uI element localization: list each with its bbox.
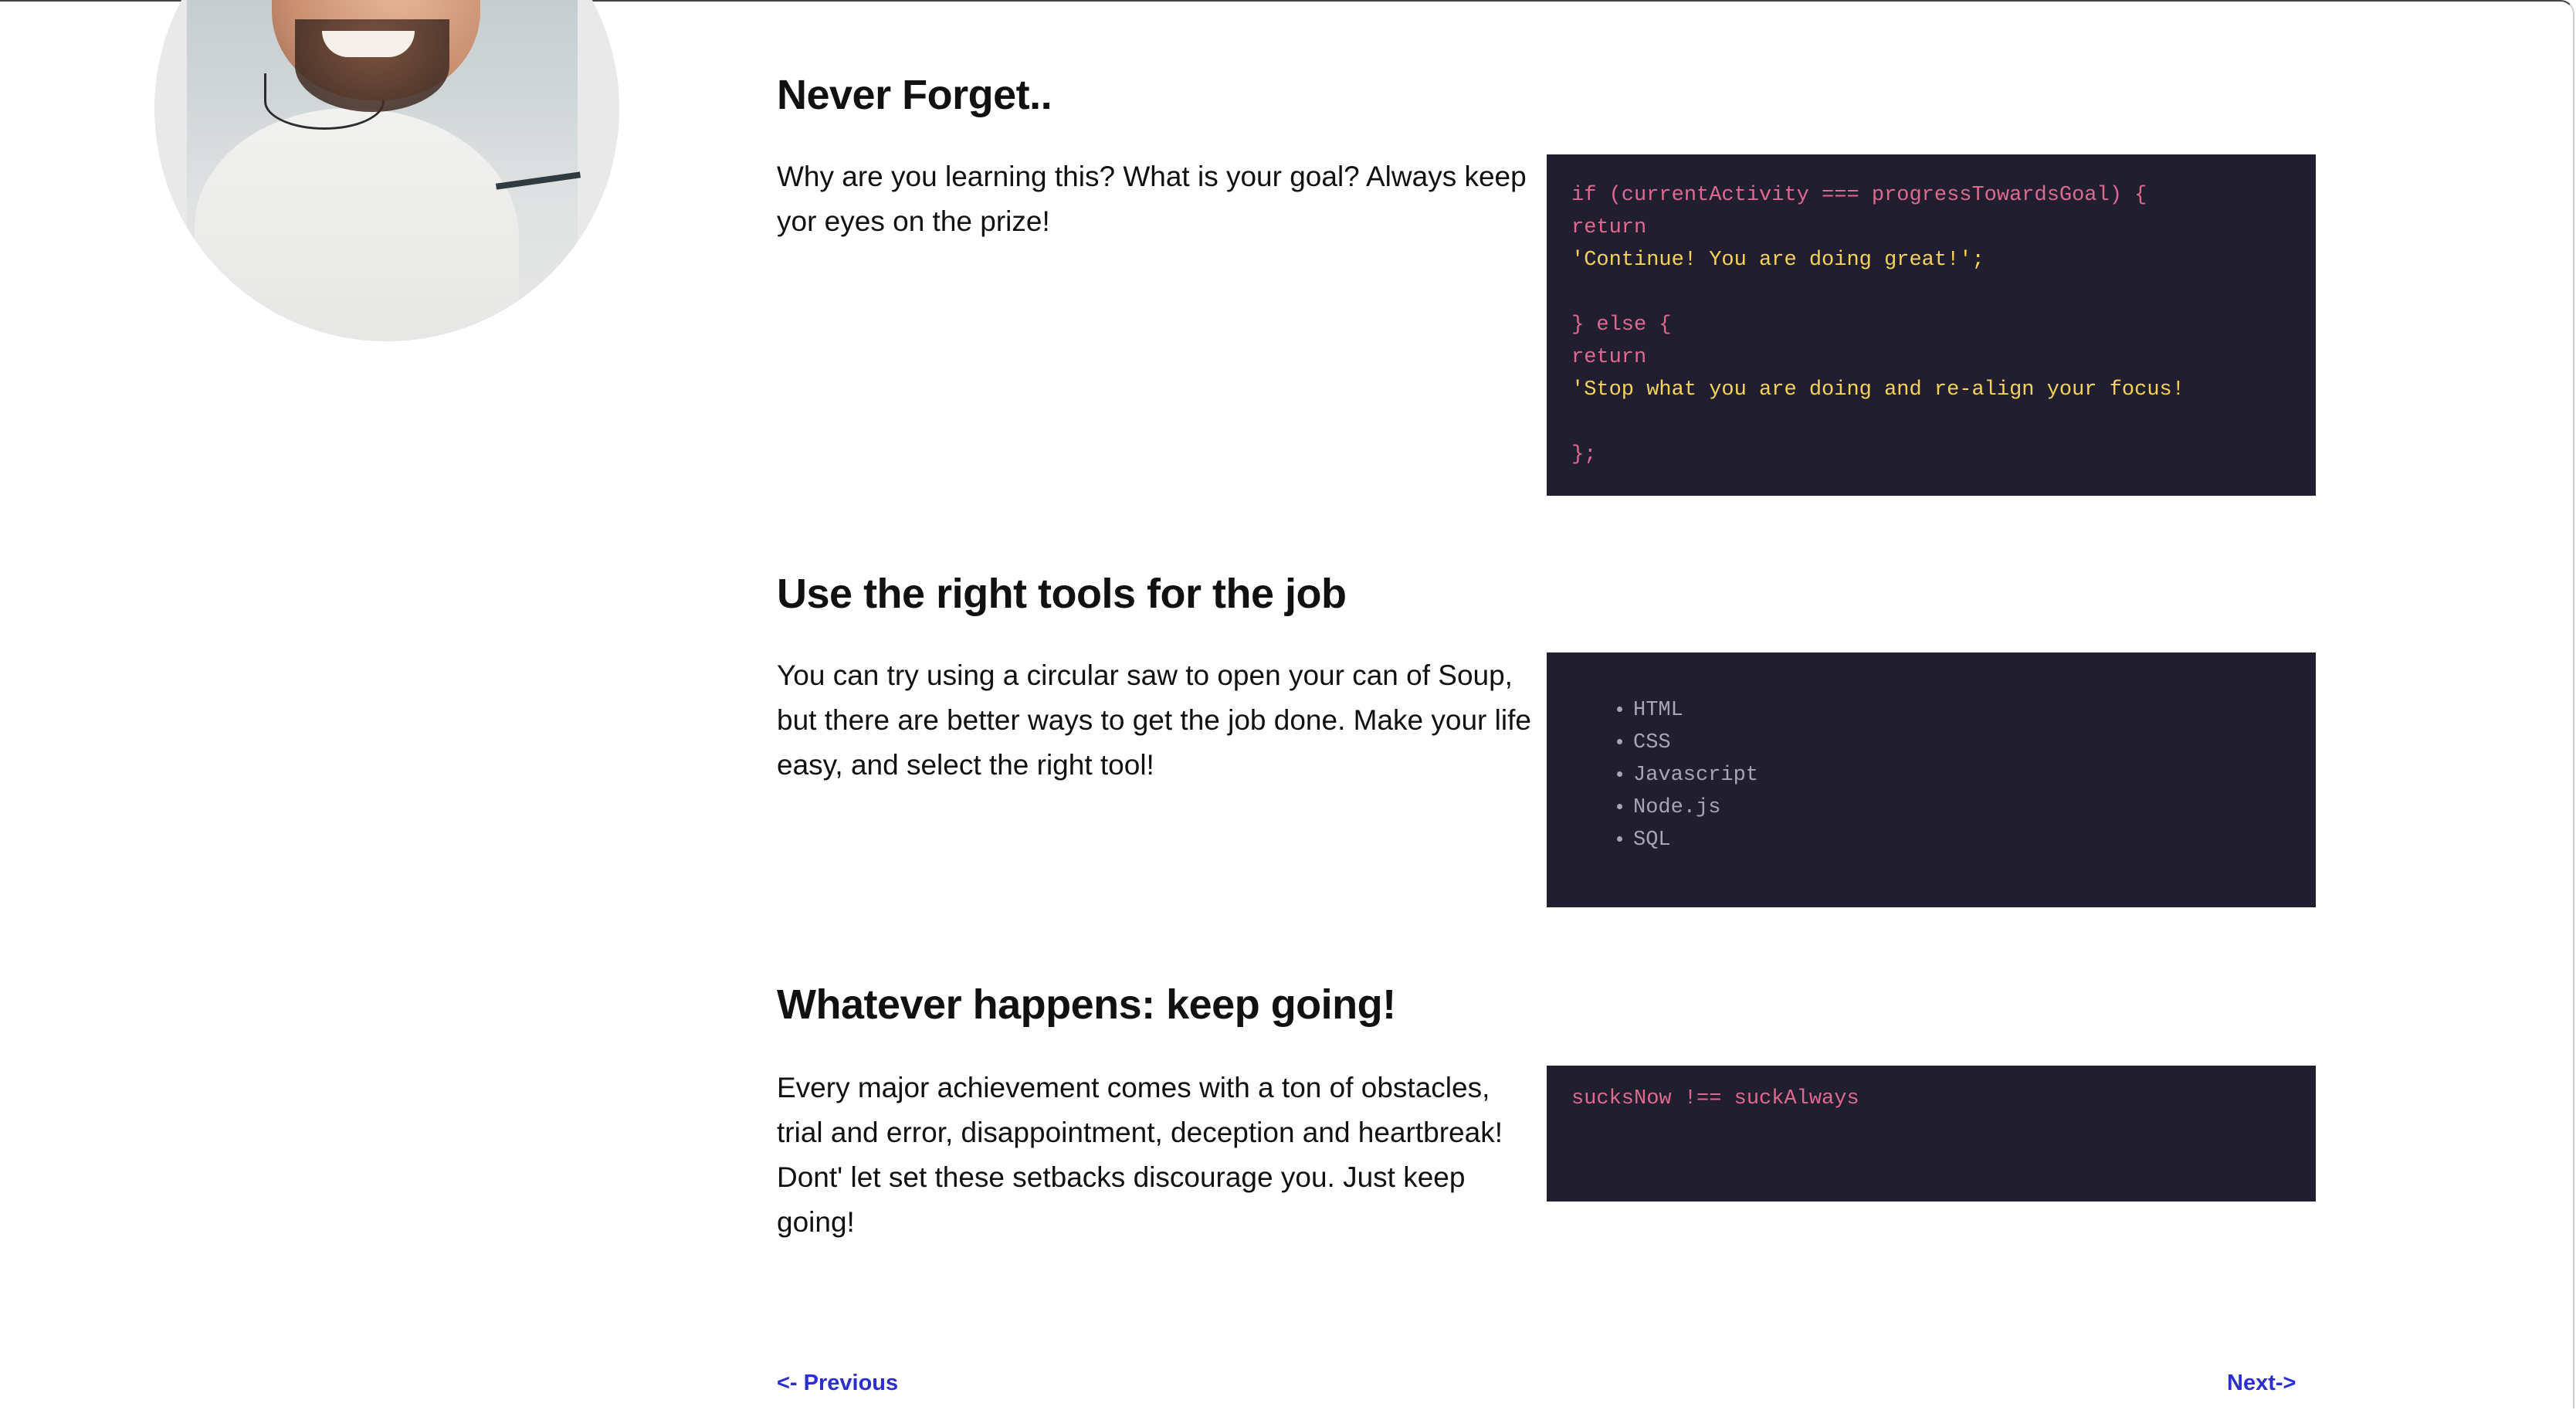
- section-text: Every major achievement comes with a ton…: [777, 1072, 1503, 1238]
- section-text: You can try using a circular saw to open…: [777, 659, 1531, 781]
- tools-block: HTML CSS Javascript Node.js SQL: [1547, 652, 2316, 907]
- photo-railing: [495, 171, 581, 190]
- section-heading: Never Forget..: [777, 72, 1052, 118]
- list-item: Node.js: [1633, 791, 2291, 824]
- section-heading: Whatever happens: keep going!: [777, 981, 1396, 1028]
- section-text: Why are you learning this? What is your …: [777, 161, 1527, 237]
- avatar: [154, 0, 619, 341]
- list-item: HTML: [1633, 694, 2291, 727]
- code-line: };: [1571, 443, 1597, 466]
- list-item: CSS: [1633, 727, 2291, 759]
- list-item: Javascript: [1633, 759, 2291, 791]
- code-line: 'Continue! You are doing great!';: [1571, 249, 1985, 272]
- tools-list: HTML CSS Javascript Node.js SQL: [1571, 694, 2291, 856]
- code-block: sucksNow !== suckAlways: [1547, 1066, 2316, 1202]
- code-line: sucksNow !== suckAlways: [1571, 1087, 1859, 1110]
- code-line: return: [1571, 346, 1647, 369]
- code-line: } else {: [1571, 314, 1672, 337]
- next-link[interactable]: Next->: [2227, 1371, 2296, 1396]
- code-line: if (currentActivity === progressTowardsG…: [1571, 184, 2147, 207]
- section-heading: Use the right tools for the job: [777, 571, 1347, 617]
- list-item: SQL: [1633, 824, 2291, 856]
- code-line: return: [1571, 216, 1647, 239]
- photo-smile: [322, 31, 415, 57]
- code-block: if (currentActivity === progressTowardsG…: [1547, 154, 2316, 496]
- profile-photo: [187, 0, 581, 341]
- previous-link[interactable]: <- Previous: [777, 1371, 898, 1396]
- photo-shirt: [195, 108, 519, 341]
- code-line: 'Stop what you are doing and re-align yo…: [1571, 378, 2185, 402]
